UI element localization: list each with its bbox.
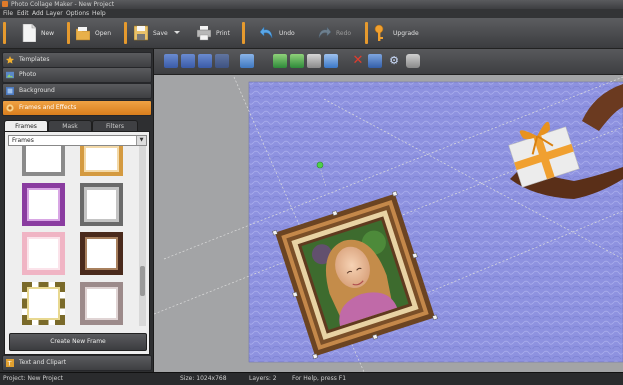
send-to-back-icon[interactable] <box>215 54 229 68</box>
canvas-area <box>154 49 623 372</box>
menu-bar: File Edit Add Layer Options Help <box>0 9 623 18</box>
status-bar: Project: New Project Size: 1024x768 Laye… <box>0 372 623 385</box>
upgrade-label: Upgrade <box>393 29 419 37</box>
status-size: Size: 1024x768 <box>180 375 227 382</box>
print-button[interactable]: Print <box>197 21 230 45</box>
frame-thumbnail[interactable] <box>22 232 65 275</box>
frames-gallery: Frames ▼ Create New Frame <box>4 131 150 355</box>
menu-file[interactable]: File <box>3 9 13 18</box>
lock-icon[interactable] <box>406 54 420 68</box>
frame-thumbnail[interactable] <box>22 146 65 176</box>
undo-button[interactable]: Undo <box>260 21 295 45</box>
menu-layer[interactable]: Layer <box>46 9 63 18</box>
scrollbar-thumb[interactable] <box>140 266 145 296</box>
status-layers: Layers: 2 <box>249 375 277 382</box>
settings-gear-icon[interactable]: ⚙ <box>387 54 401 68</box>
create-new-frame-button[interactable]: Create New Frame <box>9 333 147 351</box>
section-label: Photo <box>19 71 37 78</box>
frame-thumbnail[interactable] <box>80 282 123 325</box>
window-title: Photo Collage Maker - New Project <box>11 1 115 8</box>
menu-add[interactable]: Add <box>32 9 44 18</box>
section-label: Background <box>19 87 55 94</box>
frame-thumbnail[interactable] <box>22 282 65 325</box>
open-button[interactable]: Open <box>76 21 111 45</box>
new-label: New <box>41 29 55 37</box>
section-templates[interactable]: Templates <box>2 52 152 68</box>
toolbar-separator <box>67 22 70 44</box>
section-text-and-clipart[interactable]: T Text and Clipart <box>2 355 152 371</box>
status-project: Project: New Project <box>3 375 63 382</box>
save-label: Save <box>153 29 168 37</box>
delete-icon[interactable]: ✕ <box>351 54 365 68</box>
toolbar-separator <box>242 22 245 44</box>
key-icon <box>374 24 384 41</box>
crop-icon[interactable] <box>368 54 382 68</box>
frames-tabs: Frames Mask Filters <box>4 120 148 132</box>
rotation-handle[interactable] <box>316 161 324 169</box>
toolbar-separator <box>124 22 127 44</box>
send-backward-icon[interactable] <box>198 54 212 68</box>
photo-icon <box>6 71 14 79</box>
upgrade-button[interactable]: Upgrade <box>374 21 419 45</box>
section-background[interactable]: Background <box>2 83 152 99</box>
frames-scrollbar[interactable] <box>139 146 146 326</box>
undo-label: Undo <box>279 29 295 37</box>
frame-category-value: Frames <box>12 137 34 144</box>
print-label: Print <box>216 29 230 37</box>
printer-icon <box>197 26 211 41</box>
text-clipart-icon: T <box>6 359 14 367</box>
bring-to-front-icon[interactable] <box>164 54 178 68</box>
toolbar-separator <box>365 22 368 44</box>
frame-category-select[interactable]: Frames ▼ <box>8 135 147 146</box>
redo-label: Redo <box>336 29 352 37</box>
flip-vertical-icon[interactable] <box>324 54 338 68</box>
chevron-down-icon: ▼ <box>136 136 146 145</box>
star-icon <box>6 56 14 64</box>
section-photo[interactable]: Photo <box>2 67 152 83</box>
left-panel: Templates Photo Background Frames and Ef… <box>0 49 154 372</box>
section-frames-and-effects[interactable]: Frames and Effects <box>2 100 152 116</box>
menu-help[interactable]: Help <box>92 9 106 18</box>
section-label: Frames and Effects <box>19 104 77 111</box>
main-toolbar: New Open Save Print Undo Redo Upgrade <box>0 18 623 49</box>
rotate-left-icon[interactable] <box>273 54 287 68</box>
bring-forward-icon[interactable] <box>181 54 195 68</box>
open-folder-icon <box>76 27 90 41</box>
undo-arrow-icon <box>260 26 273 39</box>
status-help: For Help, press F1 <box>292 375 347 382</box>
save-dropdown-icon[interactable] <box>174 31 180 34</box>
title-bar: Photo Collage Maker - New Project <box>0 0 623 9</box>
menu-options[interactable]: Options <box>66 9 89 18</box>
redo-button[interactable]: Redo <box>317 21 351 45</box>
menu-edit[interactable]: Edit <box>17 9 29 18</box>
align-icon[interactable] <box>240 54 254 68</box>
redo-arrow-icon <box>318 26 331 39</box>
new-button[interactable]: New <box>22 21 54 45</box>
app-icon <box>2 1 8 7</box>
new-document-icon <box>22 24 36 42</box>
svg-text:T: T <box>7 359 12 367</box>
flip-horizontal-icon[interactable] <box>307 54 321 68</box>
open-label: Open <box>95 29 112 37</box>
background-icon <box>6 87 14 95</box>
frames-effects-icon <box>6 104 14 112</box>
frame-thumbnail[interactable] <box>22 183 65 226</box>
frame-thumbnail[interactable] <box>80 146 123 176</box>
canvas-svg <box>154 74 623 372</box>
canvas-toolbar: ✕ ⚙ <box>154 49 623 75</box>
rotate-right-icon[interactable] <box>290 54 304 68</box>
frame-thumbnail[interactable] <box>80 232 123 275</box>
section-label: Templates <box>19 56 50 63</box>
section-label: Text and Clipart <box>19 359 67 366</box>
toolbar-separator <box>3 22 6 44</box>
save-button[interactable]: Save <box>134 21 168 45</box>
frame-thumbnail[interactable] <box>80 183 123 226</box>
save-disk-icon <box>134 25 148 41</box>
